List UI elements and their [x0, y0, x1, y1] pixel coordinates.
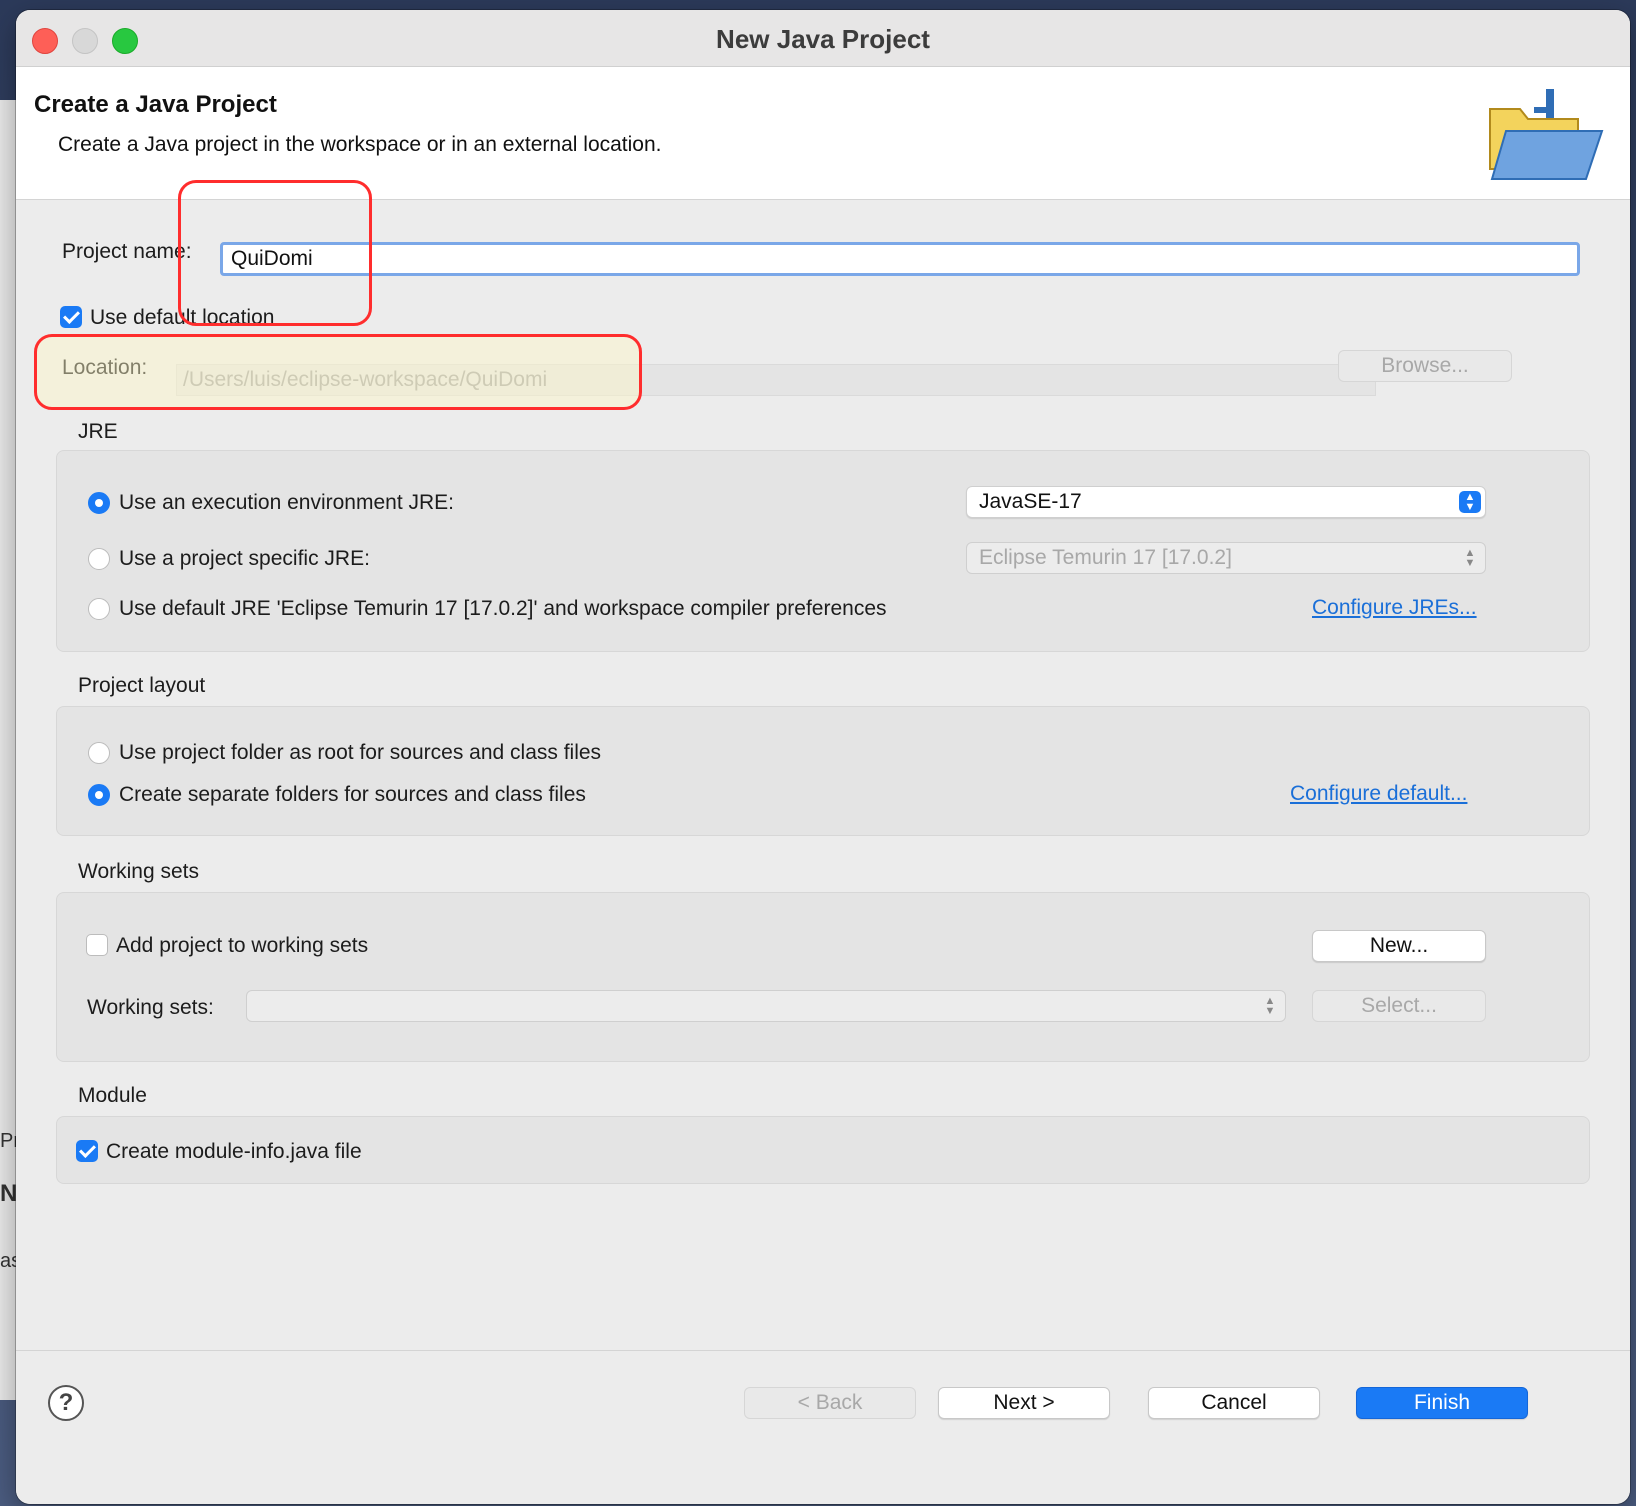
next-button[interactable]: Next >	[938, 1387, 1110, 1419]
working-sets-label: Working sets:	[87, 996, 214, 1019]
annotation-highlight-project-name	[178, 180, 372, 326]
jre-env-radio[interactable]	[88, 492, 110, 514]
layout-root-label: Use project folder as root for sources a…	[119, 741, 602, 764]
execution-environment-select[interactable]: JavaSE-17 ▲ ▼	[966, 486, 1486, 518]
create-module-info-checkbox[interactable]	[76, 1140, 98, 1162]
dialog-footer: ? < Back Next > Cancel Finish	[16, 1350, 1630, 1504]
new-working-set-button[interactable]: New...	[1312, 930, 1486, 962]
new-java-project-dialog: New Java Project Create a Java Project C…	[16, 10, 1630, 1504]
jre-default-label: Use default JRE 'Eclipse Temurin 17 [17.…	[119, 597, 887, 620]
project-specific-jre-select[interactable]: Eclipse Temurin 17 [17.0.2] ▲ ▼	[966, 542, 1486, 574]
project-layout-group	[56, 706, 1590, 836]
cancel-button[interactable]: Cancel	[1148, 1387, 1320, 1419]
window-title: New Java Project	[716, 24, 930, 54]
execution-environment-value: JavaSE-17	[979, 490, 1082, 513]
select-arrows-icon: ▲ ▼	[1464, 547, 1476, 569]
module-section-title: Module	[78, 1084, 147, 1107]
page-title: Create a Java Project	[34, 91, 277, 118]
configure-jres-link[interactable]: Configure JREs...	[1312, 596, 1477, 620]
layout-separate-radio[interactable]	[88, 784, 110, 806]
back-button[interactable]: < Back	[744, 1387, 916, 1419]
use-default-location-checkbox[interactable]	[60, 306, 82, 328]
title-bar: New Java Project	[16, 10, 1630, 67]
project-name-input[interactable]	[220, 242, 1580, 276]
finish-button[interactable]: Finish	[1356, 1387, 1528, 1419]
working-sets-section-title: Working sets	[78, 860, 199, 883]
browse-button[interactable]: Browse...	[1338, 350, 1512, 382]
working-sets-select[interactable]: ▲ ▼	[246, 990, 1286, 1022]
annotation-highlight-location	[34, 334, 642, 410]
help-icon[interactable]: ?	[48, 1385, 84, 1421]
jre-specific-radio[interactable]	[88, 548, 110, 570]
select-arrows-icon: ▲ ▼	[1264, 995, 1276, 1017]
working-sets-group	[56, 892, 1590, 1062]
select-arrows-icon: ▲ ▼	[1459, 491, 1481, 513]
add-to-working-sets-checkbox[interactable]	[86, 934, 108, 956]
jre-section-title: JRE	[78, 420, 118, 443]
background-text: N	[0, 1180, 18, 1207]
folder-icon	[1489, 89, 1604, 180]
jre-default-radio[interactable]	[88, 598, 110, 620]
layout-separate-label: Create separate folders for sources and …	[119, 783, 586, 806]
page-description: Create a Java project in the workspace o…	[58, 133, 662, 156]
add-to-working-sets-label: Add project to working sets	[116, 934, 369, 957]
select-working-sets-button[interactable]: Select...	[1312, 990, 1486, 1022]
configure-default-link[interactable]: Configure default...	[1290, 782, 1467, 806]
jre-specific-label: Use a project specific JRE:	[119, 547, 370, 570]
jre-env-label: Use an execution environment JRE:	[119, 491, 455, 514]
create-module-info-label: Create module-info.java file	[106, 1140, 362, 1163]
project-layout-section-title: Project layout	[78, 674, 206, 697]
project-specific-jre-value: Eclipse Temurin 17 [17.0.2]	[979, 546, 1232, 569]
project-name-label: Project name:	[62, 240, 192, 263]
layout-root-radio[interactable]	[88, 742, 110, 764]
